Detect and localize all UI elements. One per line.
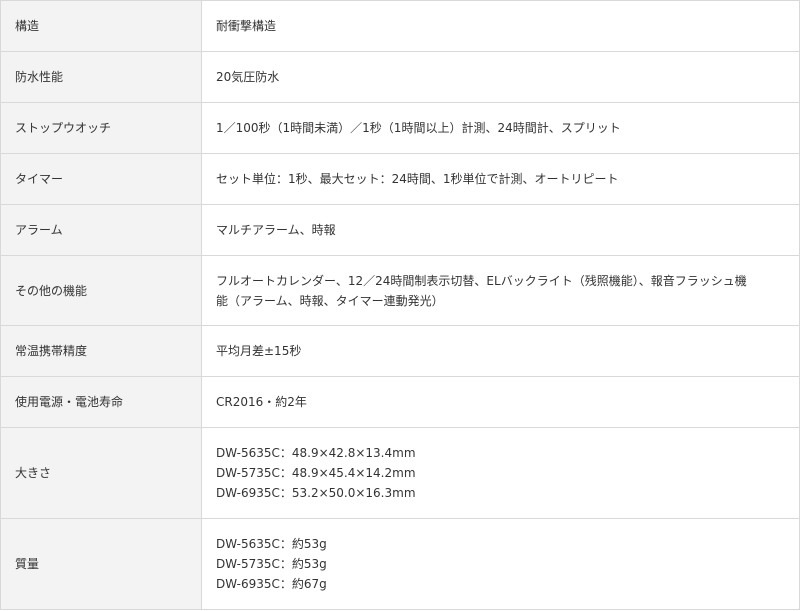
spec-value: 平均月差±15秒 <box>201 325 800 377</box>
spec-value: 耐衝撃構造 <box>201 0 800 52</box>
spec-row-alarm: アラーム マルチアラーム、時報 <box>0 204 800 256</box>
spec-value-line: DW-5635C：48.9×42.8×13.4mm <box>216 446 416 460</box>
spec-value-line: CR2016・約2年 <box>216 395 307 409</box>
spec-value: フルオートカレンダー、12／24時間制表示切替、ELバックライト（残照機能）、報… <box>201 255 800 326</box>
spec-value: DW-5635C：48.9×42.8×13.4mm DW-5735C：48.9×… <box>201 427 800 519</box>
spec-value-line: 耐衝撃構造 <box>216 19 277 33</box>
spec-value-line: マルチアラーム、時報 <box>216 223 336 237</box>
spec-value: DW-5635C：約53g DW-5735C：約53g DW-6935C：約67… <box>201 518 800 610</box>
spec-value-line: セット単位：1秒、最大セット：24時間、1秒単位で計測、オートリピート <box>216 172 619 186</box>
spec-label: タイマー <box>0 153 202 205</box>
spec-row-water-resistance: 防水性能 20気圧防水 <box>0 51 800 103</box>
spec-value-line: 1／100秒（1時間未満）／1秒（1時間以上）計測、24時間計、スプリット <box>216 121 621 135</box>
spec-value-line: DW-5735C：48.9×45.4×14.2mm <box>216 466 416 480</box>
spec-value-line: 平均月差±15秒 <box>216 344 302 358</box>
spec-value: マルチアラーム、時報 <box>201 204 800 256</box>
spec-label: 防水性能 <box>0 51 202 103</box>
spec-value-line: 能（アラーム、時報、タイマー連動発光） <box>216 293 444 308</box>
spec-label: アラーム <box>0 204 202 256</box>
spec-value-line: DW-6935C：53.2×50.0×16.3mm <box>216 486 416 500</box>
spec-value-line: DW-5735C：約53g <box>216 557 327 571</box>
spec-row-accuracy: 常温携帯精度 平均月差±15秒 <box>0 325 800 377</box>
spec-value: セット単位：1秒、最大セット：24時間、1秒単位で計測、オートリピート <box>201 153 800 205</box>
spec-label: その他の機能 <box>0 255 202 326</box>
spec-label: 使用電源・電池寿命 <box>0 376 202 428</box>
spec-value-line: フルオートカレンダー、12／24時間制表示切替、ELバックライト（残照機能）、報… <box>216 273 747 288</box>
spec-label: 常温携帯精度 <box>0 325 202 377</box>
spec-label: ストップウオッチ <box>0 102 202 154</box>
spec-row-structure: 構造 耐衝撃構造 <box>0 0 800 52</box>
spec-row-weight: 質量 DW-5635C：約53g DW-5735C：約53g DW-6935C：… <box>0 518 800 610</box>
spec-label: 構造 <box>0 0 202 52</box>
spec-table: 構造 耐衝撃構造 防水性能 20気圧防水 ストップウオッチ 1／100秒（1時間… <box>0 0 800 610</box>
spec-row-other-functions: その他の機能 フルオートカレンダー、12／24時間制表示切替、ELバックライト（… <box>0 255 800 326</box>
spec-row-battery: 使用電源・電池寿命 CR2016・約2年 <box>0 376 800 428</box>
spec-row-timer: タイマー セット単位：1秒、最大セット：24時間、1秒単位で計測、オートリピート <box>0 153 800 205</box>
spec-label: 質量 <box>0 518 202 610</box>
spec-value: CR2016・約2年 <box>201 376 800 428</box>
spec-row-stopwatch: ストップウオッチ 1／100秒（1時間未満）／1秒（1時間以上）計測、24時間計… <box>0 102 800 154</box>
spec-row-size: 大きさ DW-5635C：48.9×42.8×13.4mm DW-5735C：4… <box>0 427 800 519</box>
spec-value-line: DW-5635C：約53g <box>216 537 327 551</box>
spec-label: 大きさ <box>0 427 202 519</box>
spec-value: 1／100秒（1時間未満）／1秒（1時間以上）計測、24時間計、スプリット <box>201 102 800 154</box>
spec-value: 20気圧防水 <box>201 51 800 103</box>
spec-value-line: DW-6935C：約67g <box>216 577 327 591</box>
spec-value-line: 20気圧防水 <box>216 70 280 84</box>
